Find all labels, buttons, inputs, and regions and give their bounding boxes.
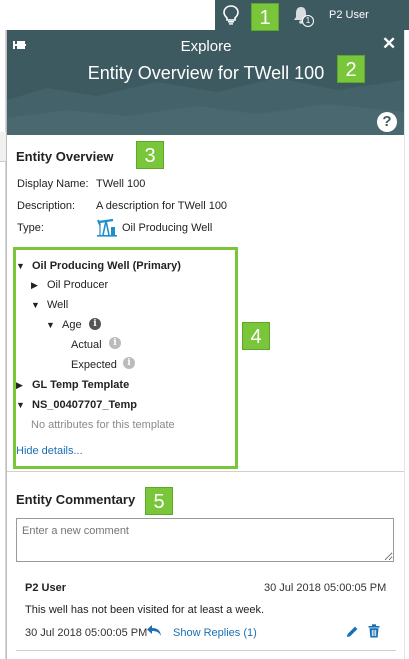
type-value[interactable]: Oil Producing Well	[122, 222, 212, 234]
expand-caret-icon[interactable]: ▶	[16, 380, 23, 391]
display-name-label: Display Name:	[17, 178, 89, 190]
tree-node-attribute[interactable]: Age	[62, 319, 82, 331]
entity-overview-heading: Entity Overview	[16, 149, 114, 164]
panel-scroll-edge	[404, 30, 409, 659]
callout-badge: 1	[251, 3, 279, 31]
callout-badge: 2	[337, 55, 365, 83]
expand-caret-icon[interactable]: ▶	[31, 280, 38, 291]
tree-node-category[interactable]: Well	[47, 299, 68, 311]
panel-subtitle: Explore	[180, 38, 232, 55]
hide-details-link[interactable]: Hide details...	[16, 445, 83, 457]
tree-node-category[interactable]: Oil Producer	[47, 279, 108, 291]
collapse-caret-icon[interactable]: ▼	[16, 261, 25, 271]
show-replies-link[interactable]: Show Replies (1)	[173, 627, 257, 639]
tree-node-value: Expected	[71, 359, 117, 371]
explore-panel: ✕ Explore Entity Overview for TWell 100 …	[6, 30, 405, 659]
comment-author: P2 User	[25, 582, 66, 594]
display-name-value: TWell 100	[96, 178, 146, 190]
edit-icon[interactable]	[346, 625, 359, 638]
lightbulb-icon[interactable]	[222, 5, 240, 25]
info-icon[interactable]: i	[123, 357, 135, 369]
callout-badge: 5	[145, 487, 173, 515]
description-label: Description:	[17, 200, 76, 212]
callout-badge: 3	[136, 141, 164, 169]
help-icon[interactable]: ?	[377, 112, 397, 132]
info-icon[interactable]: i	[109, 337, 121, 349]
tree-node-template[interactable]: NS_00407707_Temp	[32, 399, 137, 411]
entity-commentary-heading: Entity Commentary	[16, 492, 136, 507]
comment-timestamp: 30 Jul 2018 05:00:05 PM	[25, 627, 148, 639]
reply-icon[interactable]	[146, 624, 162, 637]
callout-badge: 4	[242, 322, 270, 350]
user-menu[interactable]: P2 User	[329, 9, 369, 21]
top-bar: 1 P2 User	[0, 0, 409, 30]
delete-icon[interactable]	[368, 624, 380, 638]
collapse-caret-icon[interactable]: ▼	[31, 300, 40, 310]
comment-date: 30 Jul 2018 05:00:05 PM	[264, 582, 387, 594]
tree-node-value: Actual	[71, 339, 102, 351]
type-label: Type:	[17, 222, 44, 234]
collapse-caret-icon[interactable]: ▼	[16, 400, 25, 410]
comment-divider	[16, 650, 396, 651]
top-bar-user-area	[215, 0, 409, 30]
tree-node-template[interactable]: GL Temp Template	[32, 379, 129, 391]
new-comment-input[interactable]	[16, 518, 394, 562]
section-divider	[7, 471, 405, 472]
info-icon[interactable]: i	[89, 318, 101, 330]
empty-template-message: No attributes for this template	[31, 419, 175, 431]
collapse-caret-icon[interactable]: ▼	[46, 320, 55, 330]
pump-jack-icon	[97, 218, 117, 237]
tree-node-template[interactable]: Oil Producing Well (Primary)	[32, 260, 181, 272]
notification-count-badge: 1	[302, 15, 314, 27]
description-value: A description for TWell 100	[96, 200, 228, 212]
comment-body: This well has not been visited for at le…	[25, 604, 265, 616]
